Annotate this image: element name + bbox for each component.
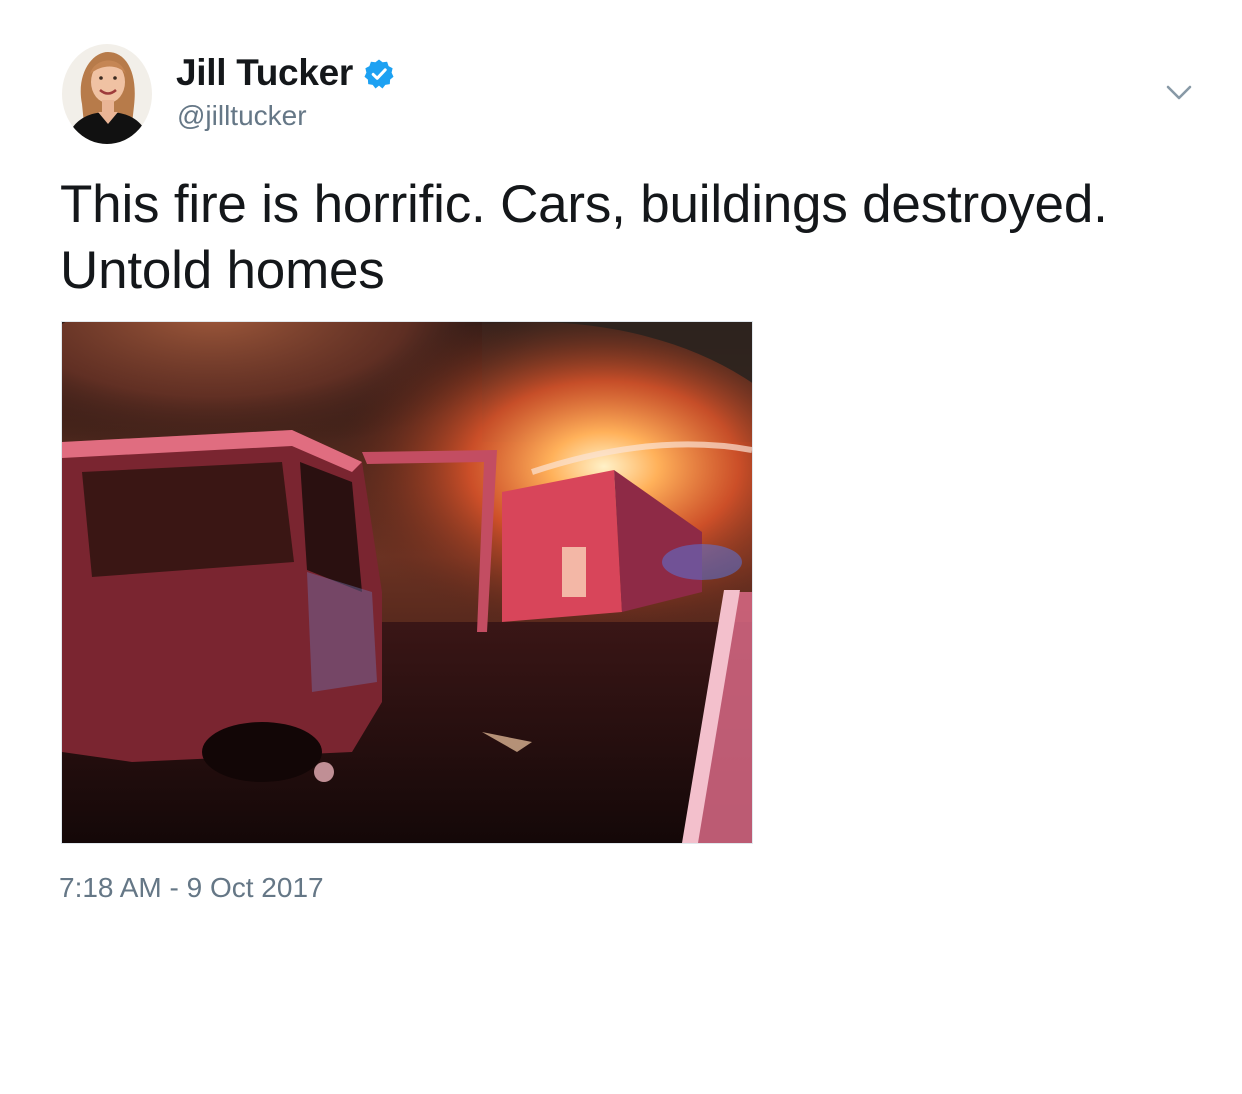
tweet-text: This fire is horrific. Cars, buildings d… (60, 172, 1220, 304)
fire-photo-image (62, 322, 752, 843)
author-display-name[interactable]: Jill Tucker (176, 52, 353, 94)
chevron-down-icon[interactable] (1164, 82, 1194, 104)
tweet-photo[interactable] (61, 321, 753, 844)
tweet-text-line: This fire is horrific. Cars, buildings d… (60, 175, 1108, 234)
avatar-image (62, 44, 152, 144)
author-handle[interactable]: @jilltucker (177, 100, 307, 132)
avatar[interactable] (62, 44, 152, 144)
verified-badge-icon (364, 59, 394, 89)
author-name-row: Jill Tucker (176, 50, 395, 96)
tweet-timestamp[interactable]: 7:18 AM - 9 Oct 2017 (59, 872, 324, 904)
tweet-text-line: Untold homes (60, 241, 385, 300)
tweet-card: Jill Tucker @jilltucker This fire is hor… (0, 0, 1242, 1094)
